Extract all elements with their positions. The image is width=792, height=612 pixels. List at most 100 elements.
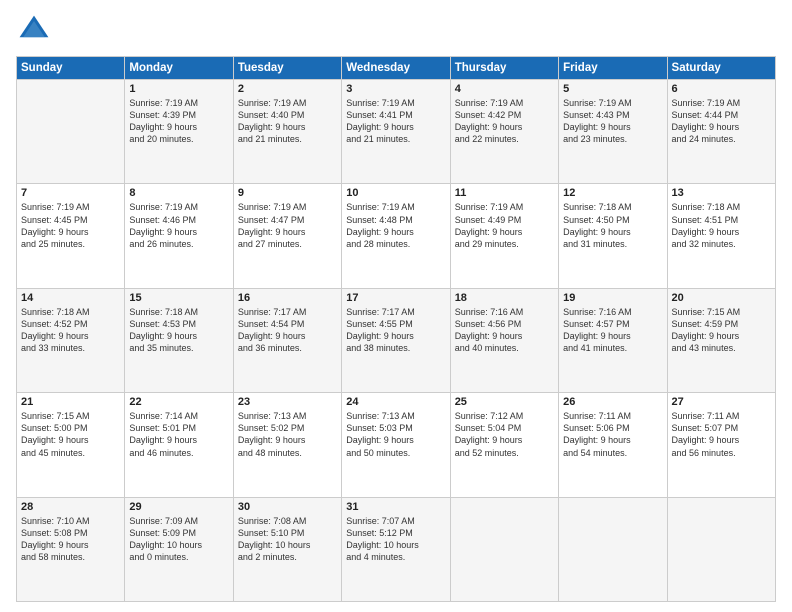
calendar-cell: 17 Sunrise: 7:17 AMSunset: 4:55 PMDayligh… <box>342 288 450 392</box>
day-number: 17 <box>346 292 445 304</box>
day-number: 6 <box>672 83 771 95</box>
day-number: 26 <box>563 396 662 408</box>
weekday-monday: Monday <box>125 57 233 80</box>
calendar-cell <box>450 497 558 601</box>
weekday-header-row: SundayMondayTuesdayWednesdayThursdayFrid… <box>17 57 776 80</box>
calendar-cell: 25Sunrise: 7:12 AMSunset: 5:04 PMDayligh… <box>450 393 558 497</box>
day-info: Sunrise: 7:19 AMSunset: 4:42 PMDaylight:… <box>455 97 554 146</box>
day-info: Sunrise: 7:19 AMSunset: 4:49 PMDaylight:… <box>455 201 554 250</box>
calendar-cell: 19 Sunrise: 7:16 AMSunset: 4:57 PMDayligh… <box>559 288 667 392</box>
day-number: 13 <box>672 187 771 199</box>
calendar-cell: 6 Sunrise: 7:19 AMSunset: 4:44 PMDaylight… <box>667 80 775 184</box>
day-number: 23 <box>238 396 337 408</box>
calendar-cell: 12 Sunrise: 7:18 AMSunset: 4:50 PMDayligh… <box>559 184 667 288</box>
day-number: 1 <box>129 83 228 95</box>
calendar-cell: 24 Sunrise: 7:13 AMSunset: 5:03 PMDayligh… <box>342 393 450 497</box>
day-info: Sunrise: 7:19 AMSunset: 4:43 PMDaylight:… <box>563 97 662 146</box>
calendar-cell: 10 Sunrise: 7:19 AMSunset: 4:48 PMDayligh… <box>342 184 450 288</box>
day-info: Sunrise: 7:11 AMSunset: 5:06 PMDaylight:… <box>563 410 662 459</box>
day-info: Sunrise: 7:19 AMSunset: 4:44 PMDaylight:… <box>672 97 771 146</box>
day-info: Sunrise: 7:15 AMSunset: 4:59 PMDaylight:… <box>672 306 771 355</box>
day-info: Sunrise: 7:16 AMSunset: 4:57 PMDaylight:… <box>563 306 662 355</box>
day-number: 30 <box>238 501 337 513</box>
day-number: 9 <box>238 187 337 199</box>
calendar-cell <box>559 497 667 601</box>
day-number: 3 <box>346 83 445 95</box>
day-number: 2 <box>238 83 337 95</box>
calendar-cell: 1 Sunrise: 7:19 AMSunset: 4:39 PMDaylight… <box>125 80 233 184</box>
week-row-2: 14Sunrise: 7:18 AMSunset: 4:52 PMDayligh… <box>17 288 776 392</box>
calendar-cell: 7Sunrise: 7:19 AMSunset: 4:45 PMDaylight… <box>17 184 125 288</box>
day-number: 8 <box>129 187 228 199</box>
calendar-cell: 21 Sunrise: 7:15 AMSunset: 5:00 PMDayligh… <box>17 393 125 497</box>
day-info: Sunrise: 7:13 AMSunset: 5:02 PMDaylight:… <box>238 410 337 459</box>
calendar-cell: 13Sunrise: 7:18 AMSunset: 4:51 PMDayligh… <box>667 184 775 288</box>
day-info: Sunrise: 7:19 AMSunset: 4:45 PMDaylight:… <box>21 201 120 250</box>
calendar-cell: 26 Sunrise: 7:11 AMSunset: 5:06 PMDayligh… <box>559 393 667 497</box>
day-info: Sunrise: 7:19 AMSunset: 4:47 PMDaylight:… <box>238 201 337 250</box>
weekday-sunday: Sunday <box>17 57 125 80</box>
day-number: 15 <box>129 292 228 304</box>
calendar-cell <box>17 80 125 184</box>
calendar-cell: 11 Sunrise: 7:19 AMSunset: 4:49 PMDayligh… <box>450 184 558 288</box>
day-info: Sunrise: 7:18 AMSunset: 4:53 PMDaylight:… <box>129 306 228 355</box>
day-info: Sunrise: 7:08 AMSunset: 5:10 PMDaylight:… <box>238 515 337 564</box>
week-row-0: 1 Sunrise: 7:19 AMSunset: 4:39 PMDaylight… <box>17 80 776 184</box>
calendar-cell: 3 Sunrise: 7:19 AMSunset: 4:41 PMDaylight… <box>342 80 450 184</box>
day-number: 20 <box>672 292 771 304</box>
day-info: Sunrise: 7:19 AMSunset: 4:41 PMDaylight:… <box>346 97 445 146</box>
day-info: Sunrise: 7:15 AMSunset: 5:00 PMDaylight:… <box>21 410 120 459</box>
day-info: Sunrise: 7:10 AMSunset: 5:08 PMDaylight:… <box>21 515 120 564</box>
day-info: Sunrise: 7:12 AMSunset: 5:04 PMDaylight:… <box>455 410 554 459</box>
day-info: Sunrise: 7:19 AMSunset: 4:40 PMDaylight:… <box>238 97 337 146</box>
calendar-cell: 18 Sunrise: 7:16 AMSunset: 4:56 PMDayligh… <box>450 288 558 392</box>
calendar-cell: 2 Sunrise: 7:19 AMSunset: 4:40 PMDaylight… <box>233 80 341 184</box>
day-info: Sunrise: 7:16 AMSunset: 4:56 PMDaylight:… <box>455 306 554 355</box>
calendar-cell: 22Sunrise: 7:14 AMSunset: 5:01 PMDayligh… <box>125 393 233 497</box>
weekday-tuesday: Tuesday <box>233 57 341 80</box>
day-info: Sunrise: 7:19 AMSunset: 4:46 PMDaylight:… <box>129 201 228 250</box>
day-info: Sunrise: 7:19 AMSunset: 4:48 PMDaylight:… <box>346 201 445 250</box>
day-info: Sunrise: 7:18 AMSunset: 4:50 PMDaylight:… <box>563 201 662 250</box>
day-number: 29 <box>129 501 228 513</box>
calendar-cell: 5 Sunrise: 7:19 AMSunset: 4:43 PMDaylight… <box>559 80 667 184</box>
logo <box>16 12 56 48</box>
day-number: 5 <box>563 83 662 95</box>
day-number: 12 <box>563 187 662 199</box>
calendar-cell: 8 Sunrise: 7:19 AMSunset: 4:46 PMDaylight… <box>125 184 233 288</box>
calendar-table: SundayMondayTuesdayWednesdayThursdayFrid… <box>16 56 776 602</box>
day-number: 21 <box>21 396 120 408</box>
calendar-cell: 31Sunrise: 7:07 AMSunset: 5:12 PMDayligh… <box>342 497 450 601</box>
day-number: 11 <box>455 187 554 199</box>
page: SundayMondayTuesdayWednesdayThursdayFrid… <box>0 0 792 612</box>
day-info: Sunrise: 7:13 AMSunset: 5:03 PMDaylight:… <box>346 410 445 459</box>
day-number: 19 <box>563 292 662 304</box>
day-info: Sunrise: 7:19 AMSunset: 4:39 PMDaylight:… <box>129 97 228 146</box>
day-info: Sunrise: 7:17 AMSunset: 4:54 PMDaylight:… <box>238 306 337 355</box>
weekday-thursday: Thursday <box>450 57 558 80</box>
calendar-cell: 27 Sunrise: 7:11 AMSunset: 5:07 PMDayligh… <box>667 393 775 497</box>
day-number: 27 <box>672 396 771 408</box>
weekday-wednesday: Wednesday <box>342 57 450 80</box>
weekday-friday: Friday <box>559 57 667 80</box>
calendar-cell: 29Sunrise: 7:09 AMSunset: 5:09 PMDayligh… <box>125 497 233 601</box>
day-number: 10 <box>346 187 445 199</box>
day-number: 16 <box>238 292 337 304</box>
day-number: 28 <box>21 501 120 513</box>
calendar-cell: 14Sunrise: 7:18 AMSunset: 4:52 PMDayligh… <box>17 288 125 392</box>
calendar-cell: 9 Sunrise: 7:19 AMSunset: 4:47 PMDaylight… <box>233 184 341 288</box>
day-number: 22 <box>129 396 228 408</box>
logo-icon <box>16 12 52 48</box>
day-info: Sunrise: 7:11 AMSunset: 5:07 PMDaylight:… <box>672 410 771 459</box>
day-number: 18 <box>455 292 554 304</box>
day-number: 4 <box>455 83 554 95</box>
day-info: Sunrise: 7:17 AMSunset: 4:55 PMDaylight:… <box>346 306 445 355</box>
week-row-3: 21 Sunrise: 7:15 AMSunset: 5:00 PMDayligh… <box>17 393 776 497</box>
calendar-cell: 4 Sunrise: 7:19 AMSunset: 4:42 PMDaylight… <box>450 80 558 184</box>
day-info: Sunrise: 7:07 AMSunset: 5:12 PMDaylight:… <box>346 515 445 564</box>
calendar-cell <box>667 497 775 601</box>
day-number: 24 <box>346 396 445 408</box>
day-number: 14 <box>21 292 120 304</box>
weekday-saturday: Saturday <box>667 57 775 80</box>
calendar-cell: 23 Sunrise: 7:13 AMSunset: 5:02 PMDayligh… <box>233 393 341 497</box>
